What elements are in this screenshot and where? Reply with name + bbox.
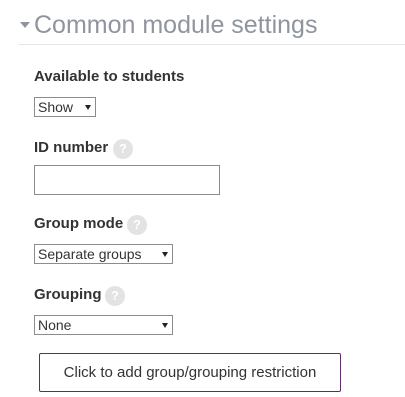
question-circle-icon[interactable]: ? xyxy=(113,139,133,159)
section-title[interactable]: Common module settings xyxy=(34,10,317,40)
caret-down-icon[interactable] xyxy=(20,22,30,28)
visible-select[interactable]: Show xyxy=(34,97,96,117)
groupmode-select-value: Separate groups xyxy=(38,246,142,262)
idnumber-label: ID number xyxy=(34,139,109,156)
grouping-select-value: None xyxy=(38,317,72,333)
chevron-down-icon xyxy=(85,105,91,110)
chevron-down-icon xyxy=(162,323,168,328)
add-restriction-button[interactable]: Click to add group/grouping restriction xyxy=(39,353,341,392)
visible-label: Available to students xyxy=(34,68,185,85)
section-header[interactable]: Common module settings xyxy=(18,8,405,45)
idnumber-input[interactable] xyxy=(34,165,220,195)
question-circle-icon[interactable]: ? xyxy=(105,286,125,306)
grouping-select[interactable]: None xyxy=(34,315,173,335)
groupmode-label: Group mode xyxy=(34,215,124,232)
visible-select-value: Show xyxy=(38,99,74,115)
grouping-label: Grouping xyxy=(34,286,102,303)
chevron-down-icon xyxy=(162,252,168,257)
groupmode-select[interactable]: Separate groups xyxy=(34,244,173,264)
question-circle-icon[interactable]: ? xyxy=(127,215,147,235)
